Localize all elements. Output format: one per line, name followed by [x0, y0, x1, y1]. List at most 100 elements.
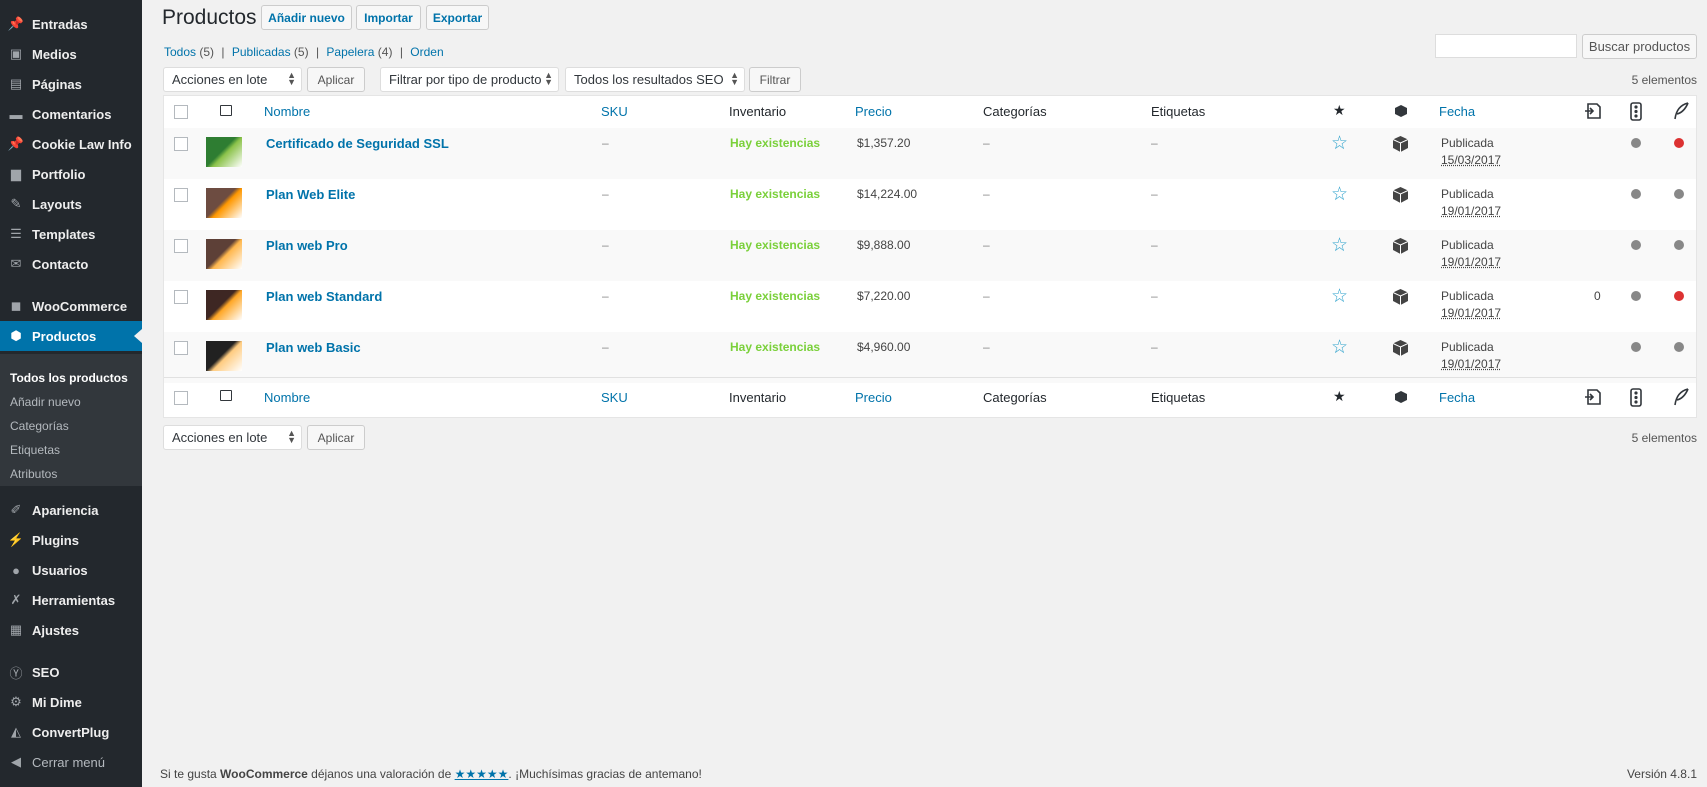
apply-button-top[interactable]: Aplicar: [307, 67, 365, 92]
brush-icon: ✐: [10, 502, 22, 517]
search-input[interactable]: [1435, 34, 1577, 58]
column-tags-bottom: Etiquetas: [1151, 390, 1206, 405]
column-price[interactable]: Precio: [855, 104, 892, 119]
product-thumbnail[interactable]: [206, 188, 242, 218]
sidebar-item-apariencia[interactable]: ✐ Apariencia: [0, 495, 142, 525]
sidebar-item-woocommerce[interactable]: ◼ WooCommerce: [0, 291, 142, 321]
product-name-link[interactable]: Plan Web Elite: [266, 187, 355, 202]
search-products-button[interactable]: Buscar productos: [1582, 34, 1697, 59]
sidebar-item-cerrar-men-[interactable]: ◀ Cerrar menú: [0, 747, 142, 777]
select-arrows-icon: ▲ ▼: [287, 70, 296, 87]
pencil-icon: ✎: [10, 196, 22, 211]
row-checkbox[interactable]: [174, 137, 188, 151]
apply-button-bottom[interactable]: Aplicar: [307, 425, 365, 450]
sidebar-item-label: Plugins: [32, 532, 79, 548]
column-stock-bottom: Inventario: [729, 390, 787, 405]
select-all-checkbox-bottom[interactable]: [174, 391, 188, 405]
row-checkbox[interactable]: [174, 341, 188, 355]
readability-column-icon: [1630, 102, 1642, 121]
submenu-add-new[interactable]: Añadir nuevo: [10, 395, 81, 409]
sidebar-item-templates[interactable]: ☰ Templates: [0, 219, 142, 249]
view-filters: Todos (5) | Publicadas (5) | Papelera (4…: [164, 45, 444, 59]
column-name[interactable]: Nombre: [264, 104, 310, 119]
simple-product-icon: [1392, 187, 1409, 203]
featured-star-icon[interactable]: ☆: [1331, 236, 1348, 255]
sidebar-item-contacto[interactable]: ✉ Contacto: [0, 249, 142, 279]
featured-star-icon[interactable]: ☆: [1331, 338, 1348, 357]
footer-prefix: Si te gusta: [160, 767, 221, 781]
column-date-bottom[interactable]: Fecha: [1439, 390, 1475, 405]
row-checkbox[interactable]: [174, 188, 188, 202]
publish-date: 19/01/2017: [1441, 255, 1502, 269]
bulk-actions-value: Acciones en lote: [172, 72, 268, 87]
image-column-icon: [220, 105, 232, 116]
sidebar-item-usuarios[interactable]: ● Usuarios: [0, 555, 142, 585]
view-all-link[interactable]: Todos: [164, 45, 196, 59]
publish-status: Publicada: [1441, 340, 1494, 354]
sidebar-item-portfolio[interactable]: ▆ Portfolio: [0, 159, 142, 189]
submenu-attributes[interactable]: Atributos: [10, 467, 57, 481]
filter-button[interactable]: Filtrar: [749, 67, 801, 92]
internal-links-count: 0: [1594, 289, 1601, 303]
row-checkbox[interactable]: [174, 239, 188, 253]
column-price-bottom[interactable]: Precio: [855, 390, 892, 405]
sidebar-item-entradas[interactable]: 📌 Entradas: [0, 9, 142, 39]
sidebar-item-convertplug[interactable]: ◭ ConvertPlug: [0, 717, 142, 747]
product-name-link[interactable]: Plan web Basic: [266, 340, 361, 355]
column-sku[interactable]: SKU: [601, 104, 628, 119]
sidebar-item-cookie-law-info[interactable]: 📌 Cookie Law Info: [0, 129, 142, 159]
product-thumbnail[interactable]: [206, 341, 242, 371]
submenu-tags[interactable]: Etiquetas: [10, 443, 60, 457]
product-thumbnail[interactable]: [206, 290, 242, 320]
image-column-icon: [220, 390, 232, 401]
import-button[interactable]: Importar: [356, 5, 421, 30]
bulk-actions-select-top[interactable]: Acciones en lote ▲ ▼: [163, 67, 302, 92]
table-row: Plan web Basic – Hay existencias $4,960.00 –…: [164, 332, 1696, 383]
product-name-link[interactable]: Plan web Pro: [266, 238, 348, 253]
sidebar-item-comentarios[interactable]: ▬ Comentarios: [0, 99, 142, 129]
sidebar-item-medios[interactable]: ▣ Medios: [0, 39, 142, 69]
featured-star-icon[interactable]: ☆: [1331, 134, 1348, 153]
featured-star-icon[interactable]: ☆: [1331, 287, 1348, 306]
product-name-link[interactable]: Plan web Standard: [266, 289, 382, 304]
sidebar-item-p-ginas[interactable]: ▤ Páginas: [0, 69, 142, 99]
sidebar-item-layouts[interactable]: ✎ Layouts: [0, 189, 142, 219]
sidebar-item-productos[interactable]: ⬢ Productos: [0, 321, 142, 351]
publish-date: 19/01/2017: [1441, 204, 1502, 218]
sidebar-item-herramientas[interactable]: ✗ Herramientas: [0, 585, 142, 615]
table-row: Plan Web Elite – Hay existencias $14,224.00…: [164, 179, 1696, 230]
product-name-link[interactable]: Certificado de Seguridad SSL: [266, 136, 449, 151]
column-categories-bottom: Categorías: [983, 390, 1047, 405]
view-order-link[interactable]: Orden: [410, 45, 443, 59]
product-thumbnail[interactable]: [206, 137, 242, 167]
simple-product-icon: [1392, 238, 1409, 254]
view-published-link[interactable]: Publicadas: [232, 45, 291, 59]
featured-star-icon[interactable]: ☆: [1331, 185, 1348, 204]
view-trash-link[interactable]: Papelera: [326, 45, 374, 59]
submenu-all-products[interactable]: Todos los productos: [10, 371, 128, 385]
media-icon: ▣: [9, 46, 23, 61]
product-thumbnail[interactable]: [206, 239, 242, 269]
sidebar-item-plugins[interactable]: ⚡ Plugins: [0, 525, 142, 555]
sidebar-item-seo[interactable]: Ⓨ SEO: [0, 657, 142, 687]
submenu-categories[interactable]: Categorías: [10, 419, 69, 433]
box-icon: ⬢: [10, 328, 22, 343]
column-name-bottom[interactable]: Nombre: [264, 390, 310, 405]
select-all-checkbox[interactable]: [174, 105, 188, 119]
sidebar-item-label: Cerrar menú: [32, 754, 105, 770]
select-arrows-icon: ▲ ▼: [287, 428, 296, 445]
sidebar-item-label: Medios: [32, 46, 77, 62]
seo-filter-select[interactable]: Todos los resultados SEO ▲ ▼: [565, 67, 745, 92]
product-categories: –: [983, 289, 990, 303]
column-sku-bottom[interactable]: SKU: [601, 390, 628, 405]
export-button[interactable]: Exportar: [426, 5, 489, 30]
footer-rating-link[interactable]: ★★★★★: [455, 767, 509, 781]
product-type-filter-select[interactable]: Filtrar por tipo de producto ▲ ▼: [380, 67, 559, 92]
sidebar-item-mi-dime[interactable]: ⚙ Mi Dime: [0, 687, 142, 717]
bulk-actions-select-bottom[interactable]: Acciones en lote ▲ ▼: [163, 425, 302, 450]
row-checkbox[interactable]: [174, 290, 188, 304]
sidebar-item-ajustes[interactable]: ▦ Ajustes: [0, 615, 142, 645]
column-date[interactable]: Fecha: [1439, 104, 1475, 119]
add-new-button[interactable]: Añadir nuevo: [261, 5, 352, 30]
table-row: Certificado de Seguridad SSL – Hay existen…: [164, 128, 1696, 179]
